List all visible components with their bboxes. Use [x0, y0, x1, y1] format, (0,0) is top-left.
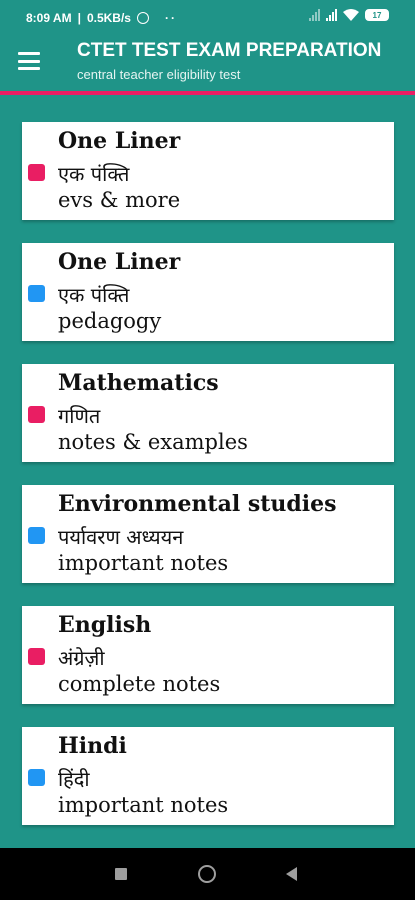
more-notifications-icon: ·· — [164, 11, 177, 25]
status-time: 8:09 AM — [26, 11, 72, 25]
wifi-icon — [343, 9, 359, 21]
card-description: evs & more — [58, 188, 181, 212]
card-hindi-title: एक पंक्ति — [58, 162, 130, 186]
app-subtitle: central teacher eligibility test — [77, 67, 241, 82]
card-description: important notes — [58, 551, 229, 575]
category-card-english[interactable]: English अंग्रेज़ी complete notes — [22, 606, 394, 704]
signal-icon-sim1 — [309, 9, 320, 21]
home-button-icon[interactable] — [198, 865, 216, 883]
category-color-dot — [28, 285, 45, 302]
card-hindi-title: गणित — [58, 404, 101, 428]
card-title: One Liner — [58, 128, 181, 154]
status-separator: | — [77, 11, 81, 25]
status-speed: 0.5KB/s — [86, 11, 131, 25]
back-button-icon[interactable] — [286, 867, 297, 881]
alarm-icon — [136, 12, 149, 24]
category-color-dot — [28, 648, 45, 665]
battery-level: 17 — [372, 10, 382, 20]
card-title: Hindi — [58, 733, 127, 759]
card-description: notes & examples — [58, 430, 248, 454]
card-description: pedagogy — [58, 309, 162, 333]
hamburger-menu-icon[interactable] — [18, 52, 40, 70]
system-navigation-bar — [0, 848, 415, 900]
signal-icon-sim2 — [326, 9, 337, 21]
battery-icon: 17 — [365, 9, 389, 21]
card-title: Mathematics — [58, 370, 219, 396]
card-hindi-title: पर्यावरण अध्ययन — [58, 525, 184, 549]
card-description: important notes — [58, 793, 229, 817]
card-title: One Liner — [58, 249, 181, 275]
app-title: CTET TEST EXAM PREPARATION — [77, 40, 382, 61]
card-description: complete notes — [58, 672, 221, 696]
app-toolbar: CTET TEST EXAM PREPARATION central teach… — [0, 34, 415, 92]
status-left: 8:09 AM | 0.5KB/s ·· — [26, 11, 177, 25]
toolbar-accent-divider — [0, 91, 415, 95]
card-hindi-title: अंग्रेज़ी — [58, 646, 105, 670]
category-card-hindi[interactable]: Hindi हिंदी important notes — [22, 727, 394, 825]
category-card-mathematics[interactable]: Mathematics गणित notes & examples — [22, 364, 394, 462]
card-title: English — [58, 612, 152, 638]
recents-button-icon[interactable] — [115, 868, 127, 880]
category-color-dot — [28, 527, 45, 544]
category-card-one-liner-pedagogy[interactable]: One Liner एक पंक्ति pedagogy — [22, 243, 394, 341]
category-color-dot — [28, 769, 45, 786]
card-hindi-title: एक पंक्ति — [58, 283, 130, 307]
status-bar: 8:09 AM | 0.5KB/s ·· 17 — [0, 0, 415, 34]
card-hindi-title: हिंदी — [58, 767, 90, 791]
card-title: Environmental studies — [58, 491, 337, 517]
category-card-one-liner-evs[interactable]: One Liner एक पंक्ति evs & more — [22, 122, 394, 220]
category-card-environmental-studies[interactable]: Environmental studies पर्यावरण अध्ययन im… — [22, 485, 394, 583]
category-color-dot — [28, 164, 45, 181]
category-color-dot — [28, 406, 45, 423]
status-right: 17 — [309, 9, 389, 21]
